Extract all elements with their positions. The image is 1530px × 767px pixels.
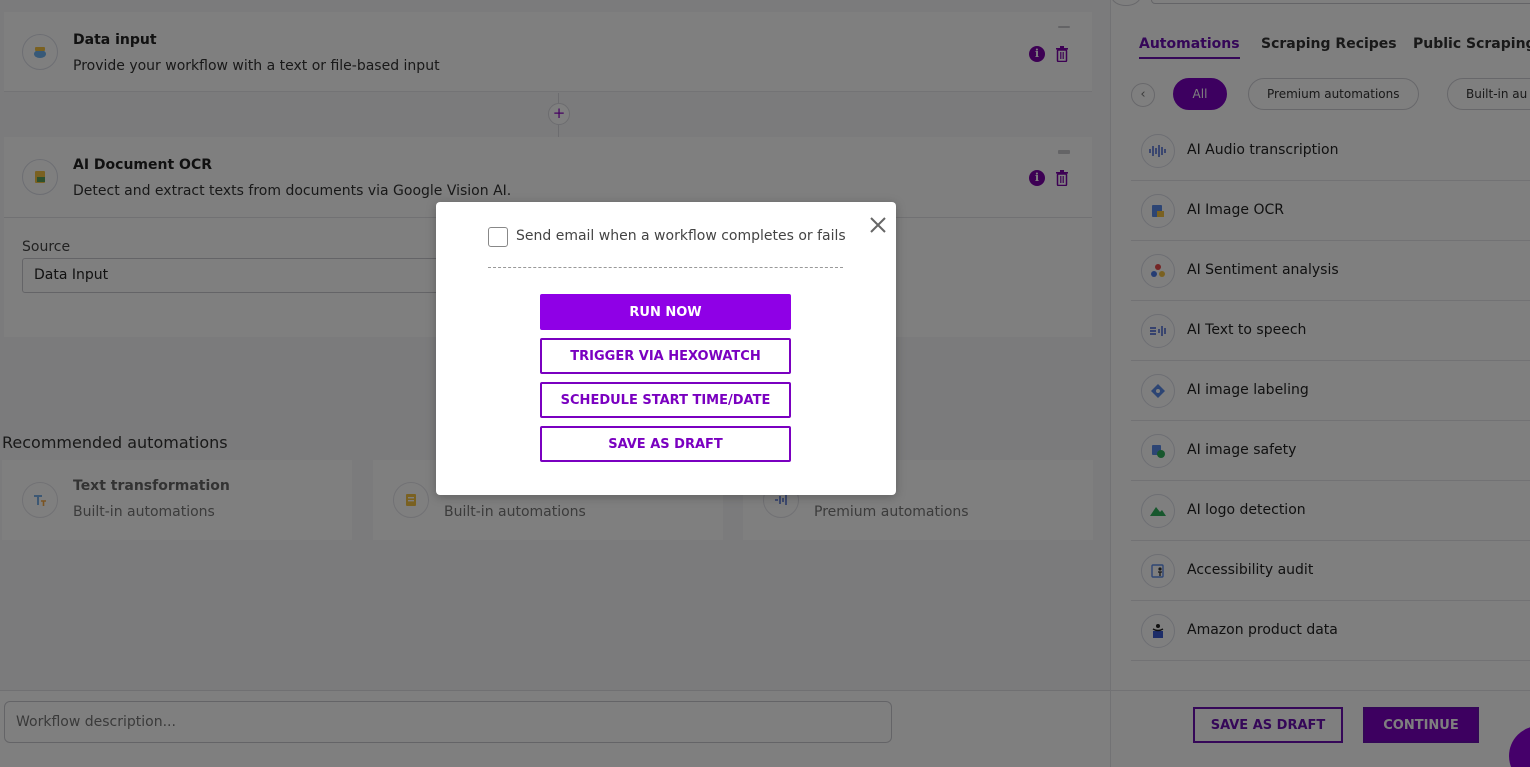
run-workflow-modal: Send email when a workflow completes or … (436, 202, 896, 495)
trigger-hexowatch-button[interactable]: TRIGGER VIA HEXOWATCH (540, 338, 791, 374)
close-icon[interactable] (868, 215, 888, 235)
run-now-button[interactable]: RUN NOW (540, 294, 791, 330)
divider (488, 267, 843, 268)
email-notify-checkbox[interactable] (488, 227, 508, 247)
schedule-button[interactable]: SCHEDULE START TIME/DATE (540, 382, 791, 418)
email-notify-label: Send email when a workflow completes or … (516, 228, 846, 244)
save-as-draft-button[interactable]: SAVE AS DRAFT (540, 426, 791, 462)
